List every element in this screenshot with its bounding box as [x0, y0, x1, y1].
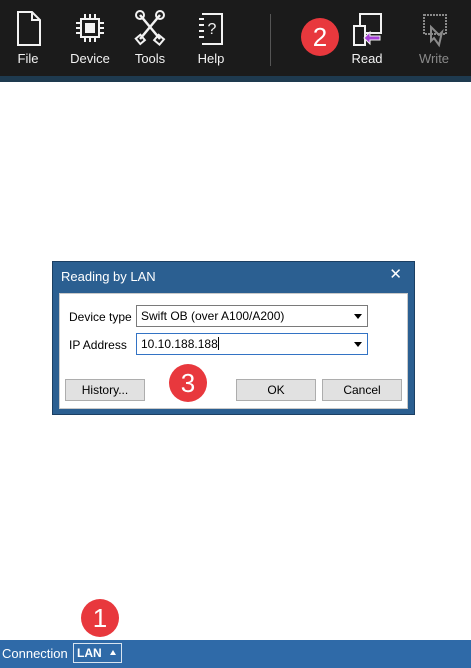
help-icon: ?	[199, 13, 223, 45]
chevron-up-icon	[110, 650, 116, 655]
close-icon[interactable]: ✕	[389, 265, 402, 283]
connection-select[interactable]: LAN	[73, 643, 122, 663]
ip-address-field[interactable]: 10.10.188.188	[136, 333, 368, 355]
callout-marker-2: 2	[301, 18, 339, 56]
connection-value: LAN	[77, 646, 102, 660]
connection-label: Connection	[2, 646, 68, 661]
file-label: File	[17, 51, 39, 66]
ip-address-value: 10.10.188.188	[141, 337, 218, 351]
tools-icon	[134, 10, 166, 47]
device-type-label: Device type	[69, 310, 132, 324]
main-toolbar: File Device Tools ? Help Read Write	[0, 0, 471, 76]
toolbar-divider	[270, 14, 271, 66]
toolbar-bottom-strip	[0, 76, 471, 82]
ip-address-label: IP Address	[69, 338, 127, 352]
dialog-body: Device type Swift OB (over A100/A200) IP…	[59, 293, 408, 409]
cancel-button[interactable]: Cancel	[322, 379, 402, 401]
read-button[interactable]: Read	[345, 0, 389, 76]
write-icon	[423, 14, 447, 48]
status-bar: Connection LAN	[0, 640, 471, 668]
device-type-select[interactable]: Swift OB (over A100/A200)	[136, 305, 368, 327]
file-button[interactable]: File	[8, 0, 48, 76]
write-label: Write	[418, 51, 450, 66]
device-button[interactable]: Device	[65, 0, 115, 76]
chip-icon	[76, 14, 104, 42]
callout-marker-3: 3	[169, 364, 207, 402]
text-caret	[217, 337, 219, 350]
chevron-down-icon	[354, 314, 362, 319]
read-label: Read	[351, 51, 383, 66]
read-icon	[353, 13, 382, 46]
ok-button[interactable]: OK	[236, 379, 316, 401]
tools-label: Tools	[134, 51, 166, 66]
help-label: Help	[197, 51, 225, 66]
device-label: Device	[70, 51, 110, 66]
tools-button[interactable]: Tools	[128, 0, 172, 76]
svg-text:?: ?	[208, 21, 217, 38]
file-icon	[17, 11, 41, 46]
dialog-title: Reading by LAN	[61, 269, 156, 284]
reading-by-lan-dialog: Reading by LAN ✕ Device type Swift OB (o…	[52, 261, 415, 415]
help-button[interactable]: ? Help	[190, 0, 232, 76]
history-button[interactable]: History...	[65, 379, 145, 401]
device-type-value: Swift OB (over A100/A200)	[141, 309, 285, 323]
chevron-down-icon	[354, 342, 362, 347]
write-button[interactable]: Write	[412, 0, 456, 76]
callout-marker-1: 1	[81, 599, 119, 637]
